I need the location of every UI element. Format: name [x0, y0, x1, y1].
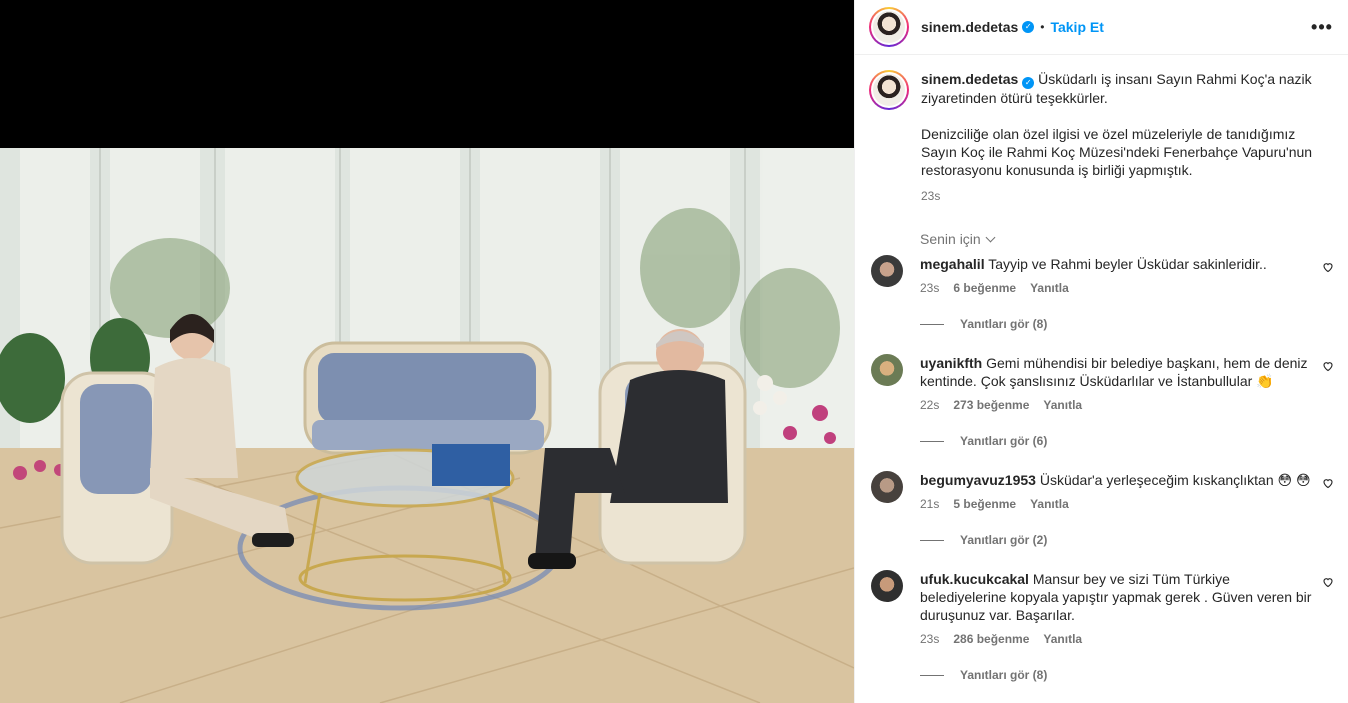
photo-illustration [0, 148, 854, 703]
commenter-avatar[interactable] [871, 570, 903, 602]
follow-button[interactable]: Takip Et [1050, 19, 1103, 35]
comment-username[interactable]: ufuk.kucukcakal [920, 571, 1029, 587]
comment-meta: 23s 6 beğenme Yanıtla [920, 281, 1334, 295]
heart-outline-icon[interactable] [1322, 261, 1334, 273]
comments-scroll[interactable]: sinem.dedetas ✓ Üsküdarlı iş insanı Sayın… [855, 56, 1348, 703]
comment-time: 23s [920, 632, 940, 646]
comments-panel: sinem.dedetas ✓ • Takip Et ••• sinem.ded… [854, 0, 1348, 703]
sort-for-you-dropdown[interactable]: Senin için [855, 205, 1348, 255]
view-replies-button[interactable]: Yanıtları gör (6) [920, 434, 1334, 448]
reply-button[interactable]: Yanıtla [1030, 497, 1069, 511]
caption-username[interactable]: sinem.dedetas [921, 71, 1018, 87]
author-avatar[interactable] [869, 7, 909, 47]
verified-badge-icon: ✓ [1022, 21, 1035, 33]
comment-likes[interactable]: 5 beğenme [953, 497, 1016, 511]
view-replies-button[interactable]: Yanıtları gör (2) [920, 533, 1334, 547]
comment-text: uyanikfth Gemi mühendisi bir belediye ba… [920, 354, 1320, 390]
comment-meta: 21s 5 beğenme Yanıtla [920, 497, 1334, 511]
more-options-icon[interactable]: ••• [1310, 17, 1334, 38]
post-header: sinem.dedetas ✓ • Takip Et ••• [855, 0, 1348, 55]
comment-likes[interactable]: 273 beğenme [953, 398, 1029, 412]
commenter-avatar[interactable] [871, 471, 903, 503]
comment-time: 21s [920, 497, 940, 511]
chevron-down-icon [985, 232, 996, 243]
separator-dot: • [1040, 20, 1045, 34]
comment-username[interactable]: begumyavuz1953 [920, 472, 1036, 488]
commenter-avatar[interactable] [871, 255, 903, 287]
commenter-avatar[interactable] [871, 354, 903, 386]
comment-time: 23s [920, 281, 940, 295]
author-username[interactable]: sinem.dedetas [921, 19, 1018, 35]
comment: megahalil Tayyip ve Rahmi beyler Üsküdar… [855, 255, 1348, 331]
heart-outline-icon[interactable] [1322, 360, 1334, 372]
comment-likes[interactable]: 286 beğenme [953, 632, 1029, 646]
post-media[interactable] [0, 0, 854, 703]
verified-badge-icon: ✓ [1022, 77, 1035, 89]
comment: uyanikfth Gemi mühendisi bir belediye ba… [855, 354, 1348, 448]
sort-label: Senin için [920, 231, 981, 247]
comment-meta: 23s 286 beğenme Yanıtla [920, 632, 1334, 646]
comment-body: Üsküdar'a yerleşeceğim kıskançlıktan 😳 😳 [1039, 472, 1311, 488]
heart-outline-icon[interactable] [1322, 576, 1334, 588]
comment-text: ufuk.kucukcakal Mansur bey ve sizi Tüm T… [920, 570, 1320, 624]
caption-time: 23s [921, 189, 941, 203]
view-replies-button[interactable]: Yanıtları gör (8) [920, 668, 1334, 682]
caption-paragraph-1: sinem.dedetas ✓ Üsküdarlı iş insanı Sayın… [921, 70, 1321, 107]
comment: begumyavuz1953 Üsküdar'a yerleşeceğim kı… [855, 471, 1348, 547]
comment-meta: 22s 273 beğenme Yanıtla [920, 398, 1334, 412]
post-caption: sinem.dedetas ✓ Üsküdarlı iş insanı Sayın… [855, 56, 1348, 205]
reply-button[interactable]: Yanıtla [1030, 281, 1069, 295]
comment-time: 22s [920, 398, 940, 412]
comment-text: megahalil Tayyip ve Rahmi beyler Üsküdar… [920, 255, 1320, 273]
comment-body: Tayyip ve Rahmi beyler Üsküdar sakinleri… [988, 256, 1267, 272]
comment: ufuk.kucukcakal Mansur bey ve sizi Tüm T… [855, 570, 1348, 682]
post-dialog: sinem.dedetas ✓ • Takip Et ••• sinem.ded… [0, 0, 1348, 703]
comment-username[interactable]: uyanikfth [920, 355, 982, 371]
comment-text: begumyavuz1953 Üsküdar'a yerleşeceğim kı… [920, 471, 1320, 489]
heart-outline-icon[interactable] [1322, 477, 1334, 489]
post-photo [0, 148, 854, 703]
reply-button[interactable]: Yanıtla [1043, 398, 1082, 412]
caption-avatar[interactable] [869, 70, 909, 110]
reply-button[interactable]: Yanıtla [1043, 632, 1082, 646]
comment-username[interactable]: megahalil [920, 256, 985, 272]
view-replies-button[interactable]: Yanıtları gör (8) [920, 317, 1334, 331]
comment-likes[interactable]: 6 beğenme [953, 281, 1016, 295]
caption-paragraph-2: Denizciliğe olan özel ilgisi ve özel müz… [921, 126, 1313, 178]
